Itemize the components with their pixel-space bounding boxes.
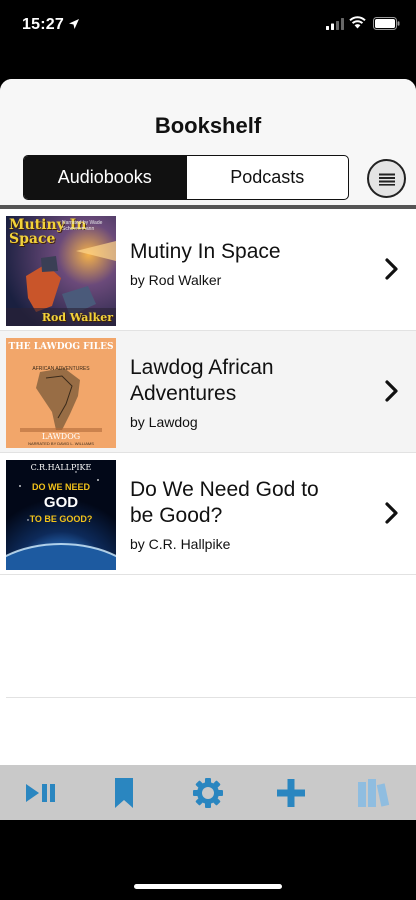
page-title: Bookshelf xyxy=(154,113,262,138)
book-title-line: be Good? xyxy=(130,504,223,527)
book-list: Mutiny In Space Narrated by Wade Schoene… xyxy=(0,209,416,575)
cover-title-line: GOD xyxy=(43,494,79,511)
cover-author-text: LAWDOG xyxy=(41,432,81,441)
book-info: Lawdog African Adventures by Lawdog xyxy=(130,355,365,430)
book-row-lawdog-african-adventures[interactable]: THE LAWDOG FILES AFRICAN ADVENTURES LAWD… xyxy=(0,331,416,453)
cover-author-text: C.R.HALLPIKE xyxy=(30,463,92,472)
list-divider xyxy=(6,697,416,698)
book-cover-mutiny-in-space: Mutiny In Space Narrated by Wade Schoene… xyxy=(6,216,116,326)
cover-title-line: DO WE NEED xyxy=(31,482,90,492)
header: Bookshelf Audiobooks Podcasts xyxy=(0,79,416,209)
book-info: Do We Need God to be Good? by C.R. Hallp… xyxy=(130,477,365,552)
book-title-line: Adventures xyxy=(130,382,237,405)
plus-icon xyxy=(277,779,305,807)
book-info: Mutiny In Space by Rod Walker xyxy=(130,239,365,288)
book-row-mutiny-in-space[interactable]: Mutiny In Space Narrated by Wade Schoene… xyxy=(0,209,416,331)
tab-bar xyxy=(0,765,416,820)
gear-icon xyxy=(193,778,223,808)
book-title-line: Mutiny In Space xyxy=(130,240,281,263)
book-title: Lawdog African Adventures xyxy=(130,355,365,407)
tab-audiobooks[interactable]: Audiobooks xyxy=(24,156,186,199)
cellular-signal-icon xyxy=(326,18,344,30)
book-cover-lawdog-african-adventures: THE LAWDOG FILES AFRICAN ADVENTURES LAWD… xyxy=(6,338,116,448)
play-pause-icon xyxy=(26,784,55,802)
book-title: Mutiny In Space xyxy=(130,239,365,265)
cover-subtitle-text: AFRICAN ADVENTURES xyxy=(32,366,90,372)
library-button[interactable] xyxy=(357,777,391,809)
list-menu-icon xyxy=(375,167,398,190)
add-button[interactable] xyxy=(274,777,308,809)
book-author: by Rod Walker xyxy=(130,272,222,288)
battery-icon xyxy=(373,17,400,30)
chevron-right-icon xyxy=(385,380,398,402)
menu-button[interactable] xyxy=(367,159,406,198)
library-segmented-control: Audiobooks Podcasts xyxy=(23,155,349,200)
book-title-line: Do We Need God to xyxy=(130,478,319,501)
cover-note-text: NARRATED BY DAVID L. WILLIAMS xyxy=(28,441,94,446)
chevron-right-icon xyxy=(385,502,398,524)
tab-podcasts[interactable]: Podcasts xyxy=(185,156,349,199)
book-author: by Lawdog xyxy=(130,414,198,430)
app-sheet: Bookshelf Audiobooks Podcasts Mutiny In … xyxy=(0,79,416,820)
status-time: 15:27 xyxy=(22,16,64,33)
chevron-right-icon xyxy=(385,258,398,280)
status-bar: 15:27 xyxy=(0,0,416,52)
cover-author-text: Rod Walker xyxy=(41,311,113,324)
location-arrow-icon xyxy=(69,19,79,29)
bookmarks-button[interactable] xyxy=(107,777,141,809)
home-indicator[interactable] xyxy=(134,884,282,889)
bookmark-icon xyxy=(115,778,133,808)
wifi-icon xyxy=(349,16,366,29)
book-title-line: Lawdog African xyxy=(130,356,274,379)
play-pause-button[interactable] xyxy=(24,777,58,809)
cover-title-text: THE LAWDOG FILES xyxy=(8,342,114,352)
book-author: by C.R. Hallpike xyxy=(130,536,231,552)
book-cover-do-we-need-god: C.R.HALLPIKE DO WE NEED GOD TO BE GOOD? xyxy=(6,460,116,570)
book-row-do-we-need-god[interactable]: C.R.HALLPIKE DO WE NEED GOD TO BE GOOD? … xyxy=(0,453,416,575)
settings-button[interactable] xyxy=(191,777,225,809)
book-title: Do We Need God to be Good? xyxy=(130,477,365,529)
cover-note-text: Narrated by Wade Schoenemann xyxy=(62,220,103,232)
library-books-icon xyxy=(358,779,390,807)
cover-title-line: TO BE GOOD? xyxy=(29,514,93,524)
